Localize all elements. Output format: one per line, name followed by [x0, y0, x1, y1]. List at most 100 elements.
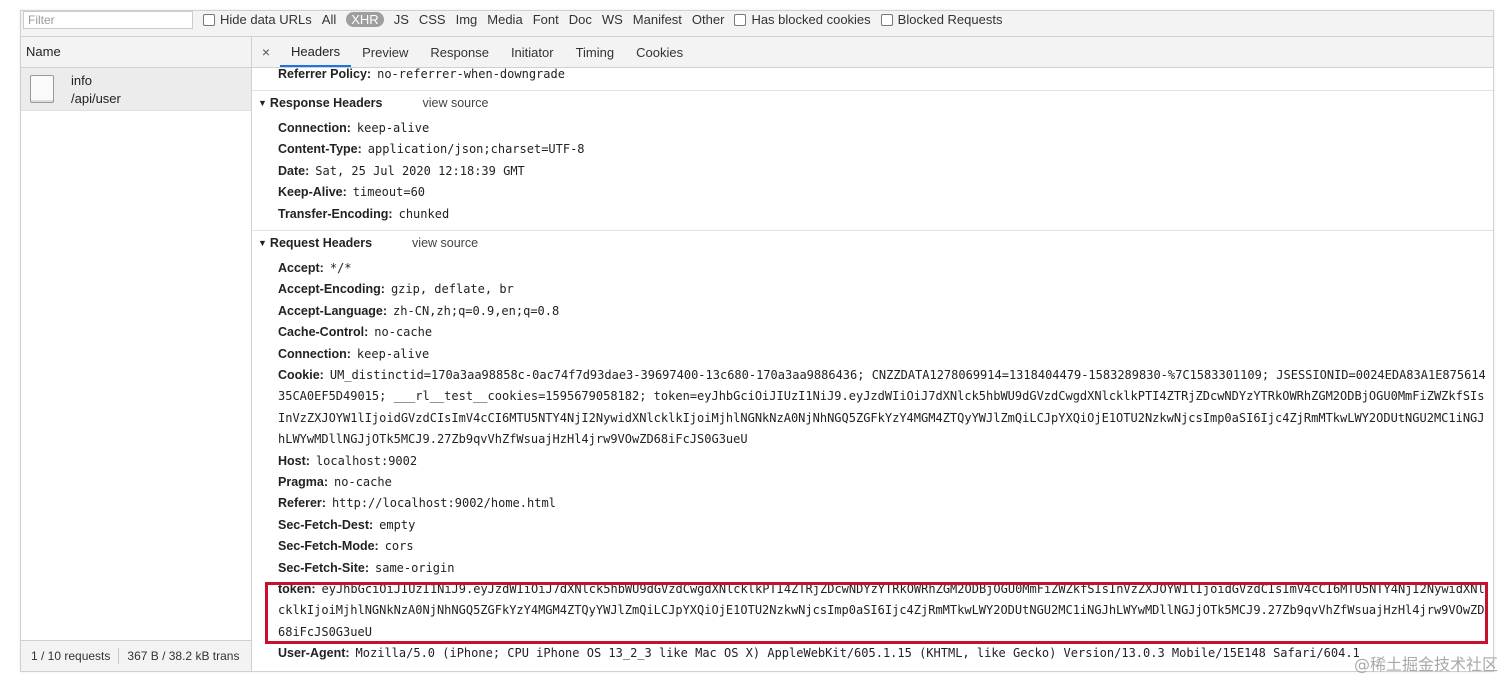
header-row: Sec-Fetch-Dest: empty	[278, 515, 1489, 536]
header-row: Sec-Fetch-Site: same-origin	[278, 558, 1489, 579]
header-value: chunked	[398, 206, 450, 221]
header-row: Accept-Encoding: gzip, deflate, br	[278, 279, 1489, 300]
header-row: Referrer Policy: no-referrer-when-downgra…	[278, 68, 1489, 85]
header-row: Connection: keep-alive	[278, 344, 1489, 365]
request-path: /api/user	[71, 90, 121, 106]
header-value: keep-alive	[356, 346, 430, 361]
header-row: Cache-Control: no-cache	[278, 322, 1489, 343]
collapse-triangle-icon: ▼	[258, 238, 267, 248]
header-row: Pragma: no-cache	[278, 472, 1489, 493]
header-key: Transfer-Encoding:	[278, 206, 393, 221]
close-icon[interactable]: ×	[252, 37, 280, 67]
request-details-panel: × Headers Preview Response Initiator Tim…	[252, 37, 1493, 671]
type-filter-manifest[interactable]: Manifest	[633, 12, 682, 27]
request-name: info	[71, 72, 92, 88]
header-key: Accept-Encoding:	[278, 282, 385, 297]
type-filter-other[interactable]: Other	[692, 12, 725, 27]
type-filter-img[interactable]: Img	[456, 12, 478, 27]
header-row: Accept-Language: zh-CN,zh;q=0.9,en;q=0.8	[278, 301, 1489, 322]
header-row: Keep-Alive: timeout=60	[278, 182, 1489, 203]
header-key: Sec-Fetch-Dest:	[278, 517, 374, 532]
section-title-text: Request Headers	[269, 236, 373, 250]
type-filter-media[interactable]: Media	[487, 12, 522, 27]
hide-data-urls-checkbox[interactable]: Hide data URLs	[203, 12, 312, 27]
header-row-cookie: Cookie: UM_distinctid=170a3aa98858c-0ac74…	[278, 365, 1489, 451]
header-value: http://localhost:9002/home.html	[331, 496, 556, 511]
blocked-requests-label: Blocked Requests	[897, 12, 1003, 27]
devtools-network-panel: Filter Hide data URLs All XHR JS CSS Img…	[20, 10, 1494, 672]
header-key: Host:	[278, 453, 310, 468]
header-key: Connection:	[278, 346, 351, 361]
header-value: eyJhbGciOiJIUzI1NiJ9.eyJzdWIiOiJ7dXNlck5…	[278, 582, 1485, 639]
header-row: Content-Type: application/json;charset=UT…	[278, 139, 1489, 160]
has-blocked-cookies-checkbox[interactable]: Has blocked cookies	[734, 12, 871, 27]
header-key: Connection:	[278, 121, 351, 135]
status-divider	[118, 648, 120, 664]
section-divider	[252, 90, 1493, 91]
header-value: localhost:9002	[315, 453, 418, 468]
header-key: Keep-Alive:	[278, 185, 347, 200]
type-filter-js[interactable]: JS	[394, 12, 409, 27]
tab-headers[interactable]: Headers	[280, 37, 352, 67]
tab-cookies[interactable]: Cookies	[625, 37, 694, 67]
checkbox-icon	[734, 13, 747, 26]
header-value: Mozilla/5.0 (iPhone; CPU iPhone OS 13_2_…	[355, 646, 1360, 660]
section-title-text: Response Headers	[269, 96, 383, 110]
tab-timing[interactable]: Timing	[565, 37, 626, 67]
filter-bar: Filter Hide data URLs All XHR JS CSS Img…	[21, 11, 1493, 37]
watermark: @稀土掘金技术社区	[1353, 655, 1498, 674]
type-filter-all[interactable]: All	[322, 12, 336, 27]
tab-initiator[interactable]: Initiator	[500, 37, 565, 67]
tab-preview[interactable]: Preview	[351, 37, 419, 67]
request-count: 1 / 10 requests	[31, 649, 111, 663]
request-text: info /api/user	[71, 73, 121, 106]
name-column-header[interactable]: Name	[21, 37, 251, 68]
view-source-link[interactable]: view source	[422, 96, 488, 110]
header-value: no-cache	[334, 475, 392, 489]
header-value: same-origin	[375, 560, 455, 575]
type-filter-ws[interactable]: WS	[602, 12, 623, 27]
header-key: Pragma:	[278, 475, 329, 489]
header-value: no-cache	[374, 325, 433, 340]
header-row: Host: localhost:9002	[278, 451, 1489, 472]
type-filter-xhr[interactable]: XHR	[346, 12, 384, 27]
filter-input[interactable]: Filter	[23, 11, 193, 29]
header-key: Sec-Fetch-Site:	[278, 560, 369, 575]
header-row: Accept: */*	[278, 258, 1489, 279]
type-filter-doc[interactable]: Doc	[569, 12, 592, 27]
response-headers-title[interactable]: ▼ Response Headers view source	[258, 96, 488, 110]
document-icon	[30, 75, 54, 103]
tab-response[interactable]: Response	[419, 37, 500, 67]
header-value: UM_distinctid=170a3aa98858c-0ac74f7d93da…	[278, 368, 1486, 447]
has-blocked-cookies-label: Has blocked cookies	[751, 12, 871, 27]
header-key: Accept-Language:	[278, 303, 388, 318]
type-filter-font[interactable]: Font	[533, 12, 559, 27]
header-value: zh-CN,zh;q=0.9,en;q=0.8	[393, 303, 560, 318]
request-list-panel: Name info /api/user 1 / 10 requests 367 …	[21, 37, 252, 671]
section-divider	[252, 230, 1493, 231]
checkbox-icon	[880, 13, 893, 26]
header-row: Connection: keep-alive	[278, 118, 1489, 139]
header-value: timeout=60	[352, 185, 426, 200]
header-value: Sat, 25 Jul 2020 12:18:39 GMT	[315, 163, 525, 178]
header-row: Date: Sat, 25 Jul 2020 12:18:39 GMT	[278, 161, 1489, 182]
header-key: Referrer Policy:	[278, 68, 372, 81]
header-key: token:	[278, 582, 316, 596]
checkbox-icon	[203, 13, 215, 26]
hide-data-urls-label: Hide data URLs	[220, 12, 312, 27]
header-value: gzip, deflate, br	[390, 282, 514, 297]
blocked-requests-checkbox[interactable]: Blocked Requests	[880, 12, 1003, 27]
header-value: */*	[329, 261, 352, 275]
request-row[interactable]: info /api/user	[21, 68, 251, 111]
request-headers-title[interactable]: ▼ Request Headers view source	[258, 236, 478, 250]
header-value: keep-alive	[356, 121, 430, 135]
header-key: Referer:	[278, 496, 326, 511]
transfer-size: 367 B / 38.2 kB trans	[127, 649, 240, 663]
header-row: Referer: http://localhost:9002/home.html	[278, 493, 1489, 514]
view-source-link[interactable]: view source	[412, 236, 478, 250]
header-value: empty	[379, 517, 416, 532]
header-key: Sec-Fetch-Mode:	[278, 539, 379, 554]
header-key: Cookie:	[278, 368, 324, 382]
header-row-token: token: eyJhbGciOiJIUzI1NiJ9.eyJzdWIiOiJ7d…	[278, 579, 1489, 643]
type-filter-css[interactable]: CSS	[419, 12, 446, 27]
